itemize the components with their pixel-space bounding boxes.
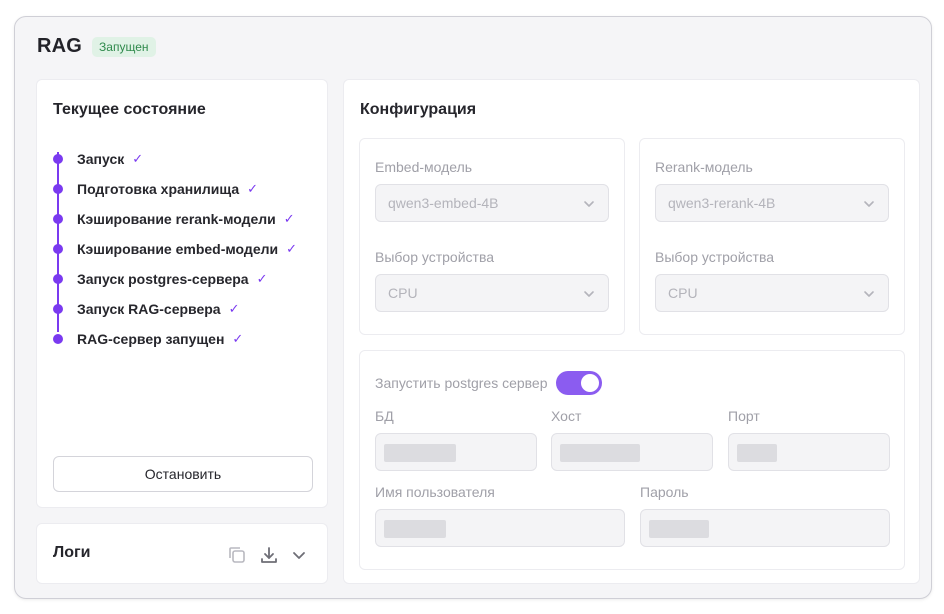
user-label: Имя пользователя [375, 484, 495, 500]
rerank-device-select[interactable]: CPU [655, 274, 889, 312]
embed-device-label: Выбор устройства [375, 249, 495, 265]
panel-header: RAG Запущен [37, 35, 156, 58]
step-item: Запуск postgres-сервера ✓ [53, 264, 297, 294]
embed-device-select[interactable]: CPU [375, 274, 609, 312]
rerank-settings: Rerank-модель qwen3-rerank-4B Выбор устр… [639, 138, 905, 335]
check-icon: ✓ [132, 151, 144, 166]
rerank-device-value: CPU [668, 285, 698, 301]
check-icon: ✓ [228, 301, 240, 316]
check-icon: ✓ [232, 331, 244, 346]
host-label: Хост [551, 408, 582, 424]
step-item: Подготовка хранилища ✓ [53, 174, 297, 204]
postgres-toggle-label: Запустить postgres сервер [375, 375, 548, 391]
rag-panel: RAG Запущен Текущее состояние Запуск ✓ По… [14, 16, 932, 599]
rerank-model-select[interactable]: qwen3-rerank-4B [655, 184, 889, 222]
password-label: Пароль [640, 484, 689, 500]
step-dot-icon [53, 244, 63, 254]
toggle-knob [580, 374, 599, 392]
redacted-value [649, 520, 709, 538]
chevron-down-icon[interactable] [291, 547, 307, 563]
user-input[interactable] [375, 509, 625, 547]
step-dot-icon [53, 274, 63, 284]
page-title: RAG [37, 35, 83, 57]
step-item: Кэширование embed-модели ✓ [53, 234, 297, 264]
step-label: Запуск [77, 151, 125, 167]
rerank-device-label: Выбор устройства [655, 249, 775, 265]
step-label: Кэширование rerank-модели [77, 211, 276, 227]
step-item: RAG-сервер запущен ✓ [53, 324, 297, 354]
redacted-value [560, 444, 640, 462]
port-input[interactable] [728, 433, 890, 471]
copy-icon[interactable] [227, 545, 247, 565]
step-dot-icon [53, 334, 63, 344]
step-label: Запуск RAG-сервера [77, 301, 221, 317]
embed-device-value: CPU [388, 285, 418, 301]
status-title: Текущее состояние [53, 101, 206, 118]
status-badge: Запущен [92, 36, 156, 57]
step-label: Подготовка хранилища [77, 181, 240, 197]
step-label: RAG-сервер запущен [77, 331, 225, 347]
host-input[interactable] [551, 433, 713, 471]
step-dot-icon [53, 304, 63, 314]
rerank-model-value: qwen3-rerank-4B [668, 195, 776, 211]
check-icon: ✓ [286, 241, 298, 256]
step-label: Кэширование embed-модели [77, 241, 279, 257]
config-title: Конфигурация [360, 101, 477, 118]
db-input[interactable] [375, 433, 537, 471]
password-input[interactable] [640, 509, 890, 547]
embed-model-label: Embed-модель [375, 159, 473, 175]
step-label: Запуск postgres-сервера [77, 271, 249, 287]
stop-button[interactable]: Остановить [53, 456, 313, 492]
check-icon: ✓ [247, 181, 259, 196]
embed-model-value: qwen3-embed-4B [388, 195, 499, 211]
redacted-value [384, 520, 446, 538]
chevron-down-icon [582, 197, 596, 214]
embed-settings: Embed-модель qwen3-embed-4B Выбор устрой… [359, 138, 625, 335]
postgres-toggle[interactable] [555, 371, 602, 395]
step-item: Запуск ✓ [53, 144, 297, 174]
step-dot-icon [53, 154, 63, 164]
status-card: Текущее состояние Запуск ✓ Подготовка хра… [36, 79, 328, 508]
redacted-value [384, 444, 456, 462]
check-icon: ✓ [283, 211, 295, 226]
logs-title: Логи [53, 544, 91, 561]
step-item: Кэширование rerank-модели ✓ [53, 204, 297, 234]
redacted-value [737, 444, 777, 462]
postgres-toggle-row: Запустить postgres сервер [375, 371, 602, 395]
port-label: Порт [728, 408, 760, 424]
step-dot-icon [53, 184, 63, 194]
step-dot-icon [53, 214, 63, 224]
chevron-down-icon [582, 287, 596, 304]
chevron-down-icon [862, 287, 876, 304]
download-icon[interactable] [259, 545, 279, 565]
config-card: Конфигурация Embed-модель qwen3-embed-4B… [343, 79, 920, 584]
db-label: БД [375, 408, 394, 424]
postgres-settings: Запустить postgres сервер БД Хост Порт И… [359, 350, 905, 570]
rerank-model-label: Rerank-модель [655, 159, 753, 175]
logs-actions [227, 545, 307, 565]
embed-model-select[interactable]: qwen3-embed-4B [375, 184, 609, 222]
step-list: Запуск ✓ Подготовка хранилища ✓ Кэшировани… [53, 144, 297, 354]
logs-card[interactable]: Логи [36, 523, 328, 584]
step-item: Запуск RAG-сервера ✓ [53, 294, 297, 324]
chevron-down-icon [862, 197, 876, 214]
check-icon: ✓ [256, 271, 268, 286]
